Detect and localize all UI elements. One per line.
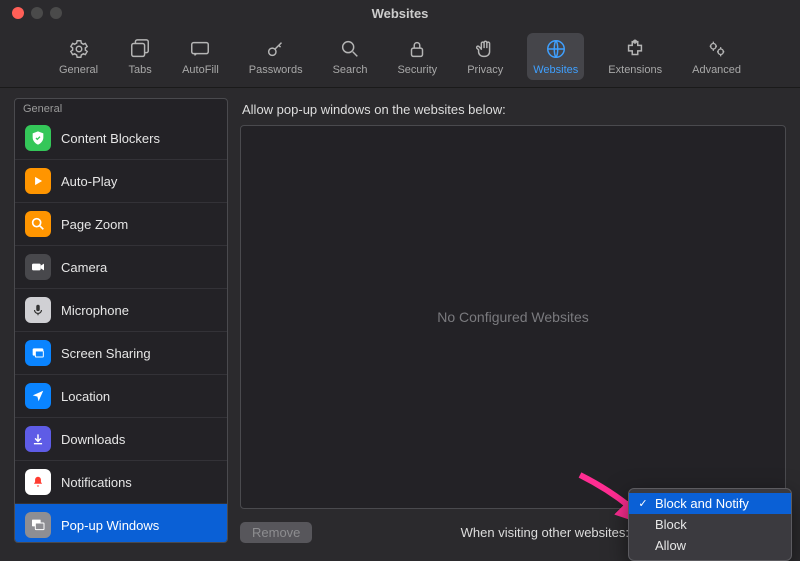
websites-list[interactable]: No Configured Websites	[240, 125, 786, 509]
camera-icon	[25, 254, 51, 280]
sidebar: General Content Blockers Auto-Play Page …	[14, 98, 228, 543]
sidebar-label: Page Zoom	[61, 217, 128, 232]
sidebar-section-header: General	[15, 99, 227, 117]
sidebar-item-microphone[interactable]: Microphone	[15, 289, 227, 332]
dropdown-item-allow[interactable]: Allow	[629, 535, 791, 556]
tab-autofill[interactable]: AutoFill	[176, 33, 225, 80]
sidebar-item-screen-sharing[interactable]: Screen Sharing	[15, 332, 227, 375]
lock-icon	[405, 37, 429, 61]
sidebar-item-auto-play[interactable]: Auto-Play	[15, 160, 227, 203]
main-heading: Allow pop-up windows on the websites bel…	[242, 102, 786, 117]
globe-icon	[544, 37, 568, 61]
sidebar-item-popup-windows[interactable]: Pop-up Windows	[15, 504, 227, 543]
bell-icon	[25, 469, 51, 495]
play-icon	[25, 168, 51, 194]
dropdown-item-block-and-notify[interactable]: ✓ Block and Notify	[629, 493, 791, 514]
main-panel: Allow pop-up windows on the websites bel…	[240, 98, 786, 543]
tab-label: Extensions	[608, 64, 662, 76]
tab-privacy[interactable]: Privacy	[461, 33, 509, 80]
tab-advanced[interactable]: Advanced	[686, 33, 747, 80]
sidebar-label: Auto-Play	[61, 174, 117, 189]
sidebar-item-location[interactable]: Location	[15, 375, 227, 418]
dropdown-label: Block	[655, 517, 687, 532]
search-icon	[338, 37, 362, 61]
puzzle-icon	[623, 37, 647, 61]
tab-label: General	[59, 64, 98, 76]
dropdown-label: Block and Notify	[655, 496, 749, 511]
tab-general[interactable]: General	[53, 33, 104, 80]
preferences-toolbar: General Tabs AutoFill Passwords Search S…	[0, 26, 800, 88]
microphone-icon	[25, 297, 51, 323]
dropdown-label: Allow	[655, 538, 686, 553]
sidebar-label: Camera	[61, 260, 107, 275]
sidebar-label: Location	[61, 389, 110, 404]
screen-icon	[25, 340, 51, 366]
checkmark-icon: ✓	[637, 497, 649, 510]
tab-search[interactable]: Search	[327, 33, 374, 80]
sidebar-label: Microphone	[61, 303, 129, 318]
location-arrow-icon	[25, 383, 51, 409]
windows-icon	[25, 512, 51, 538]
sidebar-item-page-zoom[interactable]: Page Zoom	[15, 203, 227, 246]
sidebar-label: Content Blockers	[61, 131, 160, 146]
tab-tabs[interactable]: Tabs	[122, 33, 158, 80]
policy-dropdown: ✓ Block and Notify Block Allow	[628, 488, 792, 561]
tab-extensions[interactable]: Extensions	[602, 33, 668, 80]
tab-label: Search	[333, 64, 368, 76]
content-area: General Content Blockers Auto-Play Page …	[0, 88, 800, 555]
window-title: Websites	[0, 6, 800, 21]
sidebar-label: Notifications	[61, 475, 132, 490]
tab-label: Advanced	[692, 64, 741, 76]
hand-icon	[473, 37, 497, 61]
tab-label: Passwords	[249, 64, 303, 76]
dropdown-item-block[interactable]: Block	[629, 514, 791, 535]
gears-icon	[705, 37, 729, 61]
sidebar-label: Screen Sharing	[61, 346, 151, 361]
tab-label: Privacy	[467, 64, 503, 76]
empty-state-text: No Configured Websites	[437, 309, 588, 325]
key-icon	[264, 37, 288, 61]
tab-websites[interactable]: Websites	[527, 33, 584, 80]
tab-label: Security	[397, 64, 437, 76]
titlebar: Websites	[0, 0, 800, 26]
sidebar-label: Downloads	[61, 432, 125, 447]
magnify-icon	[25, 211, 51, 237]
tab-passwords[interactable]: Passwords	[243, 33, 309, 80]
sidebar-item-notifications[interactable]: Notifications	[15, 461, 227, 504]
footer-label: When visiting other websites:	[461, 525, 629, 540]
remove-button[interactable]: Remove	[240, 522, 312, 543]
tabs-icon	[128, 37, 152, 61]
gear-icon	[67, 37, 91, 61]
sidebar-item-content-blockers[interactable]: Content Blockers	[15, 117, 227, 160]
tab-security[interactable]: Security	[391, 33, 443, 80]
shield-check-icon	[25, 125, 51, 151]
tab-label: AutoFill	[182, 64, 219, 76]
sidebar-item-downloads[interactable]: Downloads	[15, 418, 227, 461]
tab-label: Tabs	[128, 64, 151, 76]
download-icon	[25, 426, 51, 452]
sidebar-item-camera[interactable]: Camera	[15, 246, 227, 289]
sidebar-label: Pop-up Windows	[61, 518, 159, 533]
pencil-icon	[188, 37, 212, 61]
tab-label: Websites	[533, 64, 578, 76]
